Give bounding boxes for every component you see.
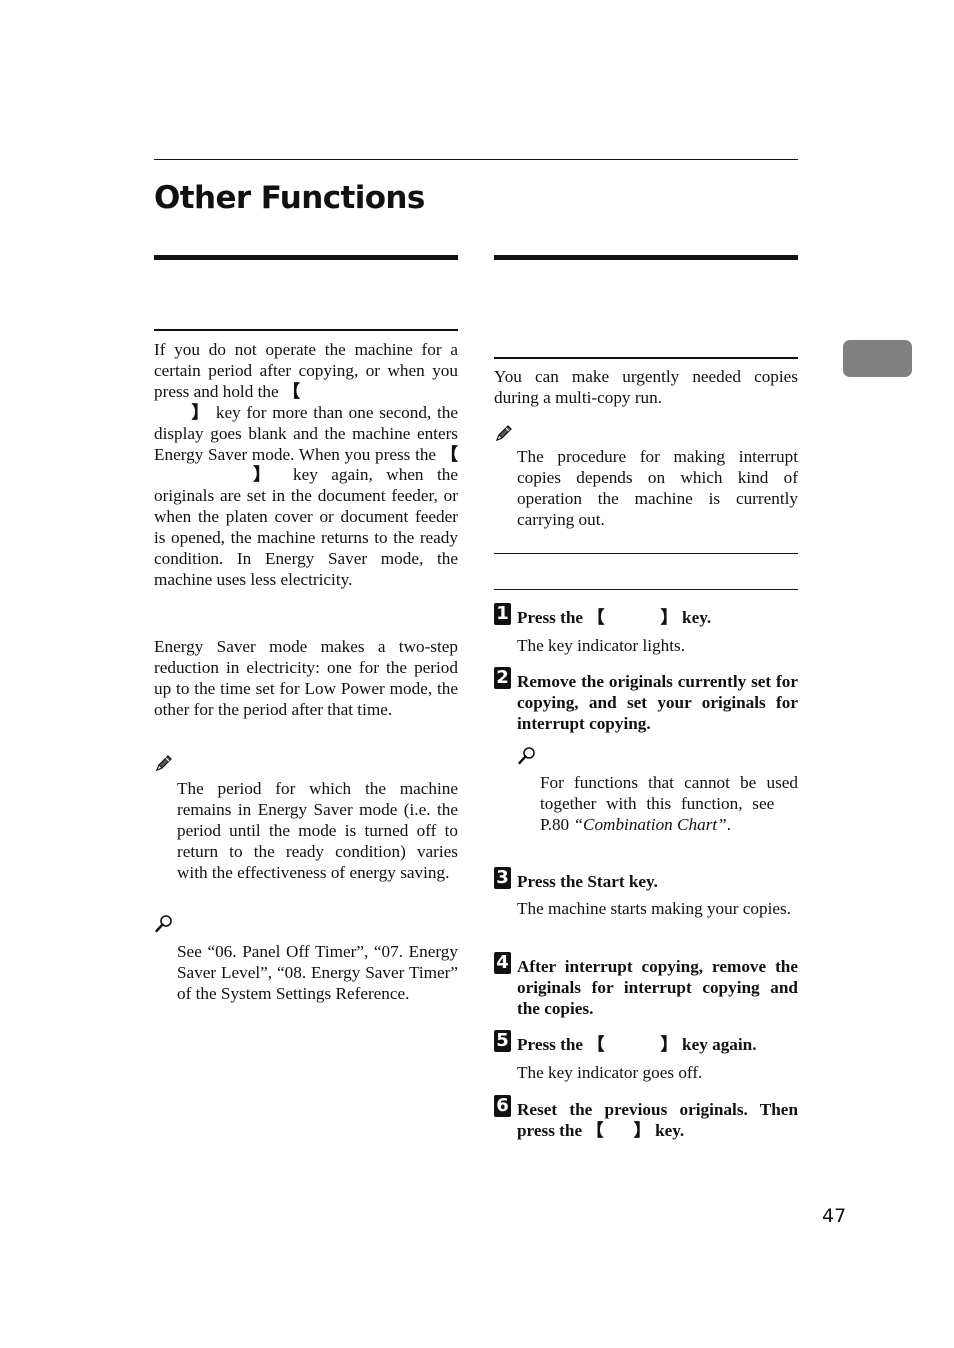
page-reference-link[interactable]: P.80: [540, 815, 569, 834]
procedure-rule-top: [494, 553, 798, 554]
section-rule: [494, 255, 798, 260]
step-number: 4: [494, 952, 511, 974]
step-body: The machine starts making your copies.: [517, 899, 791, 918]
reference-text: For functions that cannot be used togeth…: [540, 773, 798, 834]
pencil-icon: [154, 753, 174, 773]
header-rule: [154, 159, 798, 160]
step-number: 3: [494, 867, 511, 889]
step-title: Remove the originals currently set for c…: [517, 672, 798, 733]
step-number: 1: [494, 603, 511, 625]
page-title: Other Functions: [154, 180, 425, 216]
step-number: 2: [494, 667, 511, 689]
subsection-rule: [494, 357, 798, 359]
step-title: Reset the previous originals. Then press…: [517, 1100, 798, 1140]
step-body: The key indicator goes off.: [517, 1063, 703, 1082]
step-title: Press the Start key.: [517, 872, 658, 891]
chapter-tab-marker: [843, 340, 912, 377]
pencil-icon: [494, 423, 514, 443]
procedure-rule-bottom: [494, 589, 798, 590]
combination-chart-link[interactable]: “Combination Chart”: [573, 815, 726, 834]
step-title: Press the 【】 key.: [517, 608, 712, 627]
reference-text: See “06. Panel Off Timer”, “07. Energy S…: [177, 942, 458, 1003]
step-number: 6: [494, 1095, 511, 1117]
page-number: 47: [822, 1205, 847, 1227]
note-text: The period for which the machine remains…: [177, 779, 458, 882]
note-text: The procedure for making interrupt copie…: [517, 447, 798, 529]
step-body: The key indicator lights.: [517, 636, 686, 655]
step-title: Press the 【】 key again.: [517, 1035, 757, 1054]
magnifier-icon: [517, 746, 537, 766]
subsection-rule: [154, 329, 458, 331]
magnifier-icon: [154, 914, 174, 934]
step-title: After interrupt copying, remove the orig…: [517, 957, 798, 1018]
interrupt-intro: You can make urgently needed copies duri…: [494, 367, 798, 407]
step-number: 5: [494, 1030, 511, 1052]
energy-saver-paragraph: If you do not operate the machine for a …: [154, 340, 458, 589]
two-step-paragraph: Energy Saver mode makes a two-step reduc…: [154, 637, 458, 719]
section-rule: [154, 255, 458, 260]
